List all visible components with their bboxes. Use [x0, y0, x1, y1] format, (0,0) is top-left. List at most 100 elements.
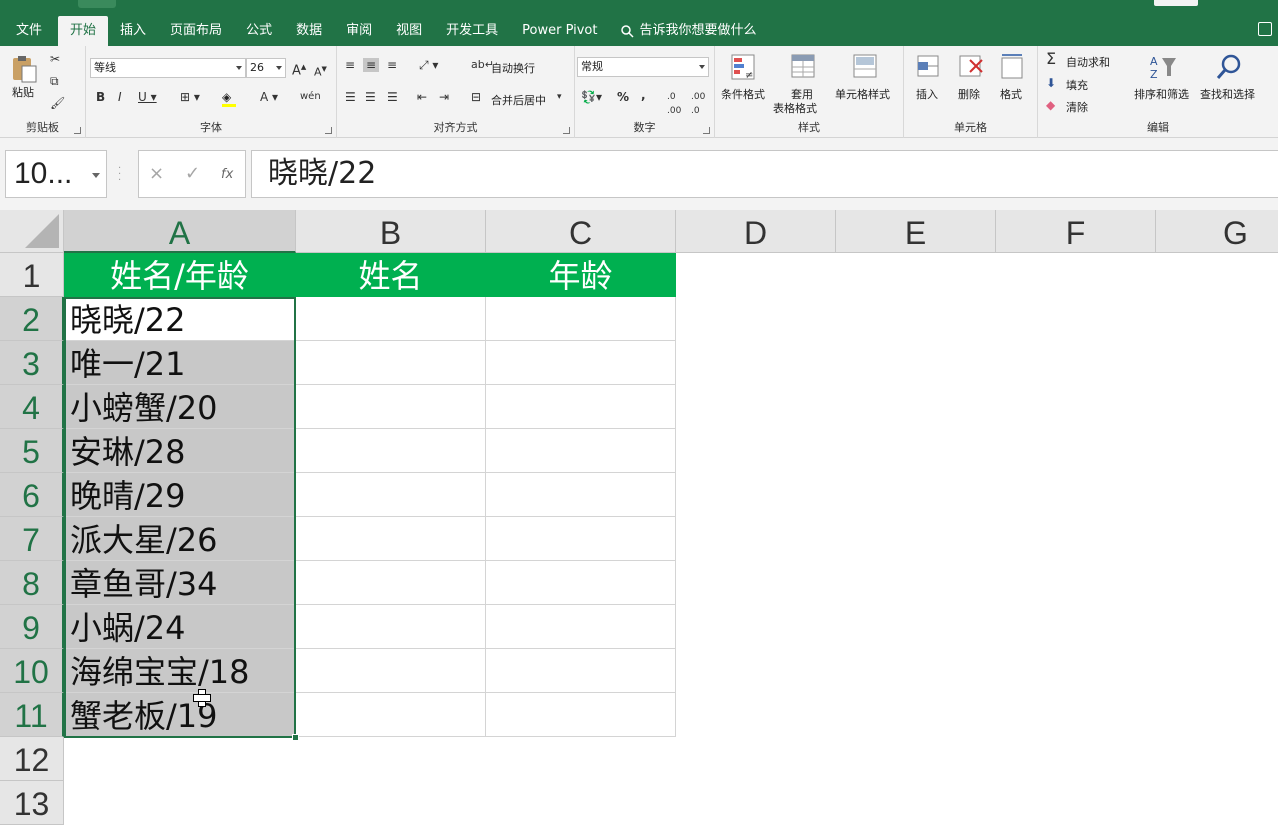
format-cells-button[interactable]: 格式	[1000, 86, 1022, 102]
autosave-toggle[interactable]	[78, 0, 116, 8]
tab-developer[interactable]: 开发工具	[434, 16, 510, 46]
cell-a1[interactable]: 姓名/年龄	[64, 253, 296, 297]
formula-input[interactable]: 晓晓/22	[251, 150, 1278, 198]
cell-a3[interactable]: 唯一/21	[64, 341, 296, 385]
cell-a6[interactable]: 晚晴/29	[64, 473, 296, 517]
formula-bar-splitter[interactable]: · · ·	[118, 164, 121, 186]
align-top-icon[interactable]: ≡	[345, 58, 355, 72]
fill-down-icon[interactable]: ⬇	[1046, 76, 1056, 90]
row-header-11[interactable]: 11	[0, 693, 64, 737]
autosum-button[interactable]: 自动求和	[1066, 54, 1110, 70]
align-center-icon[interactable]: ☰	[365, 90, 376, 104]
percent-button[interactable]: %	[617, 90, 629, 104]
cell-styles-button[interactable]: 单元格样式	[835, 86, 890, 102]
italic-icon[interactable]: I	[118, 90, 122, 104]
sort-filter-button[interactable]: 排序和筛选	[1134, 86, 1189, 102]
phonetic-icon[interactable]: wén	[300, 90, 321, 104]
underline-icon[interactable]: U ▾	[138, 90, 157, 104]
cell-c7[interactable]	[486, 517, 676, 561]
delete-cells-button[interactable]: 删除	[958, 86, 980, 102]
increase-font-icon[interactable]: A▲	[292, 60, 306, 78]
border-icon[interactable]: ⊞ ▾	[180, 90, 200, 104]
row-header-5[interactable]: 5	[0, 429, 64, 473]
cell-styles-icon[interactable]	[851, 52, 881, 82]
format-cells-icon[interactable]	[998, 52, 1028, 82]
delete-cells-icon[interactable]	[956, 52, 986, 82]
conditional-format-button[interactable]: 条件格式	[721, 86, 765, 102]
cell-c8[interactable]	[486, 561, 676, 605]
align-bottom-icon[interactable]: ≡	[387, 58, 397, 72]
cell-a7[interactable]: 派大星/26	[64, 517, 296, 561]
column-header-a[interactable]: A	[64, 210, 296, 253]
format-painter-icon[interactable]: 🖌	[50, 96, 65, 110]
font-launcher-icon[interactable]	[325, 127, 332, 134]
paste-button[interactable]: 粘贴	[12, 84, 34, 100]
cell-b6[interactable]	[296, 473, 486, 517]
select-all-button[interactable]	[0, 210, 64, 253]
font-name-select[interactable]: 等线	[90, 58, 246, 78]
cell-a2[interactable]: 晓晓/22	[64, 297, 296, 341]
merge-icon[interactable]: ⊟	[471, 90, 481, 104]
alignment-launcher-icon[interactable]	[563, 127, 570, 134]
cell-a4[interactable]: 小螃蟹/20	[64, 385, 296, 429]
fill-handle[interactable]	[292, 734, 299, 741]
orientation-icon[interactable]: ⤢ ▾	[419, 58, 438, 72]
tab-view[interactable]: 视图	[384, 16, 434, 46]
cell-c9[interactable]	[486, 605, 676, 649]
name-box[interactable]: 10...	[5, 150, 107, 198]
cell-b8[interactable]	[296, 561, 486, 605]
column-header-b[interactable]: B	[296, 210, 486, 253]
decrease-indent-icon[interactable]: ⇤	[417, 90, 427, 104]
cell-c11[interactable]	[486, 693, 676, 737]
cell-c3[interactable]	[486, 341, 676, 385]
copy-icon[interactable]: ⧉	[50, 74, 59, 88]
align-left-icon[interactable]: ☰	[345, 90, 356, 104]
cell-a10[interactable]: 海绵宝宝/18	[64, 649, 296, 693]
row-header-4[interactable]: 4	[0, 385, 64, 429]
tell-me-search[interactable]: 告诉我你想要做什么	[610, 16, 767, 46]
fill-color-icon[interactable]: ◈	[222, 90, 236, 107]
cell-c2[interactable]	[486, 297, 676, 341]
decrease-font-icon[interactable]: A▼	[314, 62, 327, 80]
enter-icon[interactable]: ✓	[185, 163, 200, 184]
paste-icon[interactable]	[10, 54, 40, 84]
insert-cells-button[interactable]: 插入	[916, 86, 938, 102]
clipboard-launcher-icon[interactable]	[74, 127, 81, 134]
tab-formulas[interactable]: 公式	[234, 16, 284, 46]
cancel-icon[interactable]: ×	[149, 163, 164, 184]
eraser-icon[interactable]: ◆	[1046, 98, 1055, 112]
cell-c10[interactable]	[486, 649, 676, 693]
insert-function-icon[interactable]: fx	[221, 167, 233, 182]
cell-c1[interactable]: 年龄	[486, 253, 676, 297]
tab-insert[interactable]: 插入	[108, 16, 158, 46]
currency-icon[interactable]: 💱▾	[581, 90, 602, 104]
format-as-table-icon[interactable]	[789, 52, 819, 82]
account-button[interactable]	[1154, 0, 1198, 6]
increase-decimal-icon[interactable]: .0.00	[667, 90, 681, 118]
cut-icon[interactable]: ✂	[50, 52, 60, 66]
tab-review[interactable]: 审阅	[334, 16, 384, 46]
align-middle-icon[interactable]: ≡	[363, 58, 380, 72]
cell-a9[interactable]: 小蜗/24	[64, 605, 296, 649]
font-color-icon[interactable]: A ▾	[260, 90, 278, 104]
fill-button[interactable]: 填充	[1066, 77, 1088, 93]
cell-b10[interactable]	[296, 649, 486, 693]
row-header-10[interactable]: 10	[0, 649, 64, 693]
bold-icon[interactable]: B	[96, 90, 105, 104]
cell-a11[interactable]: 蟹老板/19	[64, 693, 296, 737]
cell-a8[interactable]: 章鱼哥/34	[64, 561, 296, 605]
cell-a5[interactable]: 安琳/28	[64, 429, 296, 473]
row-header-3[interactable]: 3	[0, 341, 64, 385]
find-select-button[interactable]: 查找和选择	[1200, 86, 1255, 102]
row-header-2[interactable]: 2	[0, 297, 64, 341]
cell-b1[interactable]: 姓名	[296, 253, 486, 297]
tab-page-layout[interactable]: 页面布局	[158, 16, 234, 46]
align-right-icon[interactable]: ☰	[387, 90, 398, 104]
cell-b5[interactable]	[296, 429, 486, 473]
clear-button[interactable]: 清除	[1066, 99, 1088, 115]
sort-filter-icon[interactable]: AZ	[1148, 52, 1178, 82]
format-as-table-label2[interactable]: 表格格式	[773, 100, 817, 116]
number-launcher-icon[interactable]	[703, 127, 710, 134]
number-format-select[interactable]: 常规	[577, 57, 709, 77]
cell-c5[interactable]	[486, 429, 676, 473]
